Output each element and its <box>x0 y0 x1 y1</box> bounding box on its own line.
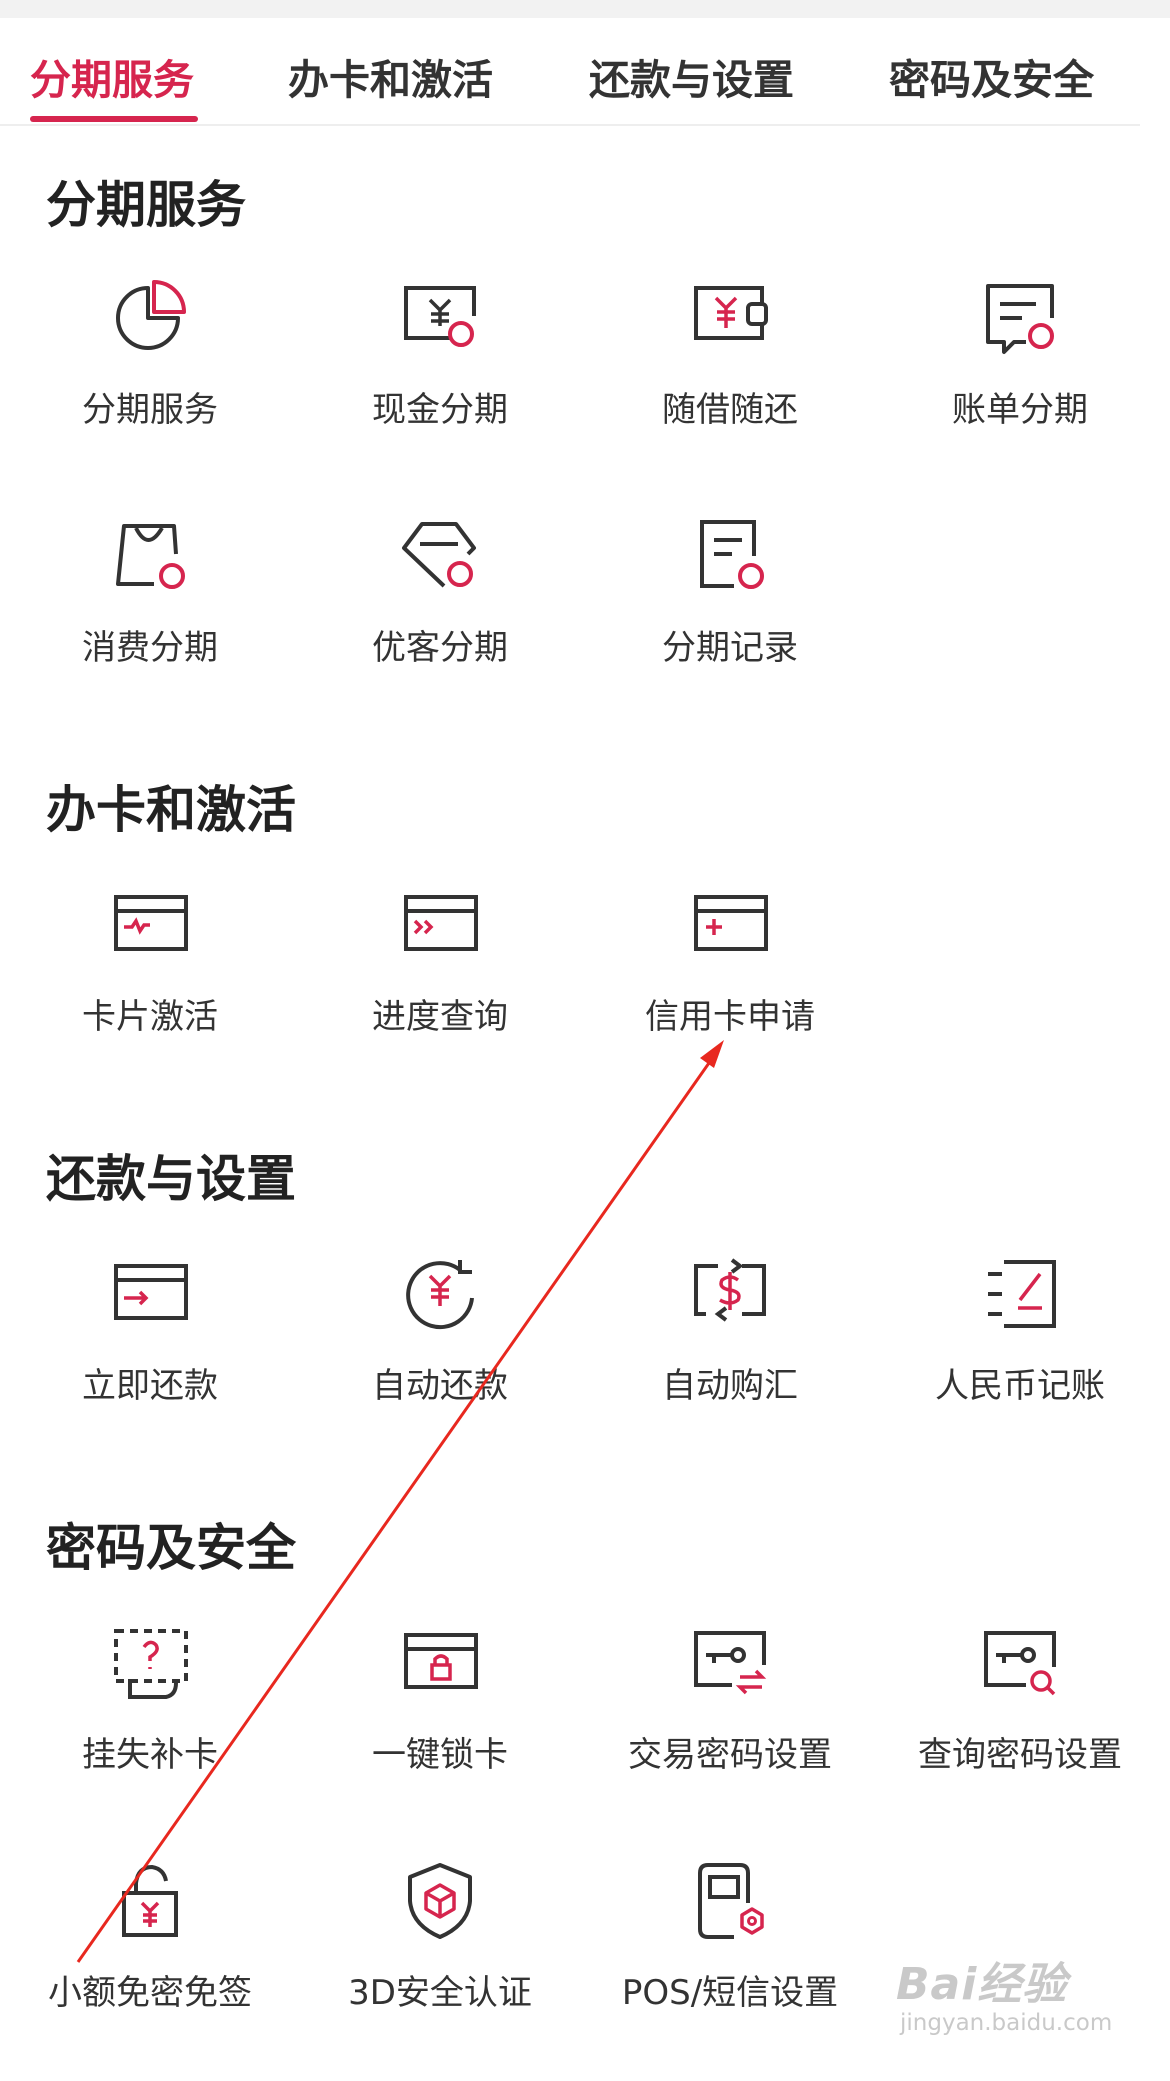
item-bill-installment[interactable]: 账单分期 <box>875 276 1165 456</box>
tab-bar: 分期服务 办卡和激活 还款与设置 密码及安全 <box>0 18 1140 126</box>
item-installment-record[interactable]: 分期记录 <box>585 514 875 694</box>
item-label: 账单分期 <box>952 390 1088 430</box>
item-label: POS/短信设置 <box>621 1973 839 2013</box>
item-3d-secure[interactable]: 3D安全认证 <box>295 1859 585 2039</box>
small-amount-unlock-icon <box>108 1859 192 1943</box>
card-repay-icon <box>108 1252 192 1336</box>
lock-card-icon <box>398 1621 482 1705</box>
record-icon <box>688 514 772 598</box>
item-borrow-repay[interactable]: 随借随还 <box>585 276 875 456</box>
wallet-icon <box>688 276 772 360</box>
item-query-password[interactable]: 查询密码设置 <box>875 1621 1165 1801</box>
card-progress-icon <box>398 883 482 967</box>
status-strip <box>0 0 1170 18</box>
item-small-amount-free[interactable]: 小额免密免签 <box>5 1859 295 2039</box>
pie-chart-icon <box>108 276 192 360</box>
report-loss-icon <box>108 1621 192 1705</box>
item-rmb-bookkeeping[interactable]: 人民币记账 <box>875 1252 1165 1432</box>
section-title-security: 密码及安全 <box>46 1519 296 1577</box>
item-label: 分期记录 <box>662 628 798 668</box>
item-label: 信用卡申请 <box>645 997 815 1037</box>
section-title-repayment: 还款与设置 <box>46 1150 296 1208</box>
watermark-logo: Bai经验 <box>896 1959 1068 2010</box>
item-consumer-installment[interactable]: 消费分期 <box>5 514 295 694</box>
baidu-jingyan-watermark: Bai经验 jingyan.baidu.com <box>896 1948 1146 2068</box>
item-label: 进度查询 <box>372 997 508 1037</box>
item-label: 3D安全认证 <box>348 1973 532 2013</box>
item-label: 现金分期 <box>372 390 508 430</box>
item-label: 小额免密免签 <box>48 1973 252 2013</box>
item-label: 立即还款 <box>82 1366 218 1406</box>
item-pos-sms[interactable]: POS/短信设置 <box>585 1859 875 2039</box>
section-title-card-activation: 办卡和激活 <box>46 781 296 839</box>
item-credit-card-apply[interactable]: 信用卡申请 <box>585 883 875 1063</box>
item-label: 一键锁卡 <box>372 1735 508 1775</box>
bill-installment-icon <box>978 276 1062 360</box>
item-card-activate[interactable]: 卡片激活 <box>5 883 295 1063</box>
tab-card-activation[interactable]: 办卡和激活 <box>288 46 493 106</box>
item-trade-password[interactable]: 交易密码设置 <box>585 1621 875 1801</box>
item-label: 自动购汇 <box>662 1366 798 1406</box>
shopping-bag-icon <box>108 514 192 598</box>
section-title-installment: 分期服务 <box>46 176 246 234</box>
cash-installment-icon <box>398 276 482 360</box>
item-label: 优客分期 <box>372 628 508 668</box>
item-report-loss[interactable]: 挂失补卡 <box>5 1621 295 1801</box>
item-auto-repay[interactable]: 自动还款 <box>295 1252 585 1432</box>
item-label: 分期服务 <box>82 390 218 430</box>
diamond-icon <box>398 514 482 598</box>
item-label: 卡片激活 <box>82 997 218 1037</box>
card-activate-icon <box>108 883 192 967</box>
auto-exchange-icon <box>688 1252 772 1336</box>
item-auto-exchange[interactable]: 自动购汇 <box>585 1252 875 1432</box>
watermark-url: jingyan.baidu.com <box>900 2010 1113 2036</box>
item-label: 查询密码设置 <box>918 1735 1122 1775</box>
active-tab-indicator <box>30 116 198 122</box>
item-label: 挂失补卡 <box>82 1735 218 1775</box>
rmb-bookkeeping-icon <box>978 1252 1062 1336</box>
query-password-icon <box>978 1621 1062 1705</box>
trade-password-icon <box>688 1621 772 1705</box>
item-label: 交易密码设置 <box>628 1735 832 1775</box>
card-apply-icon <box>688 883 772 967</box>
tab-password-security[interactable]: 密码及安全 <box>889 46 1094 106</box>
item-repay-now[interactable]: 立即还款 <box>5 1252 295 1432</box>
item-cash-installment[interactable]: 现金分期 <box>295 276 585 456</box>
auto-repay-icon <box>398 1252 482 1336</box>
item-label: 随借随还 <box>662 390 798 430</box>
item-vip-installment[interactable]: 优客分期 <box>295 514 585 694</box>
item-progress-query[interactable]: 进度查询 <box>295 883 585 1063</box>
item-label: 自动还款 <box>372 1366 508 1406</box>
item-label: 人民币记账 <box>935 1366 1105 1406</box>
shield-3d-icon <box>398 1859 482 1943</box>
tab-installment-service[interactable]: 分期服务 <box>30 46 194 106</box>
item-installment-service[interactable]: 分期服务 <box>5 276 295 456</box>
item-label: 消费分期 <box>82 628 218 668</box>
tab-repayment-settings[interactable]: 还款与设置 <box>589 46 794 106</box>
pos-sms-icon <box>688 1859 772 1943</box>
item-lock-card[interactable]: 一键锁卡 <box>295 1621 585 1801</box>
